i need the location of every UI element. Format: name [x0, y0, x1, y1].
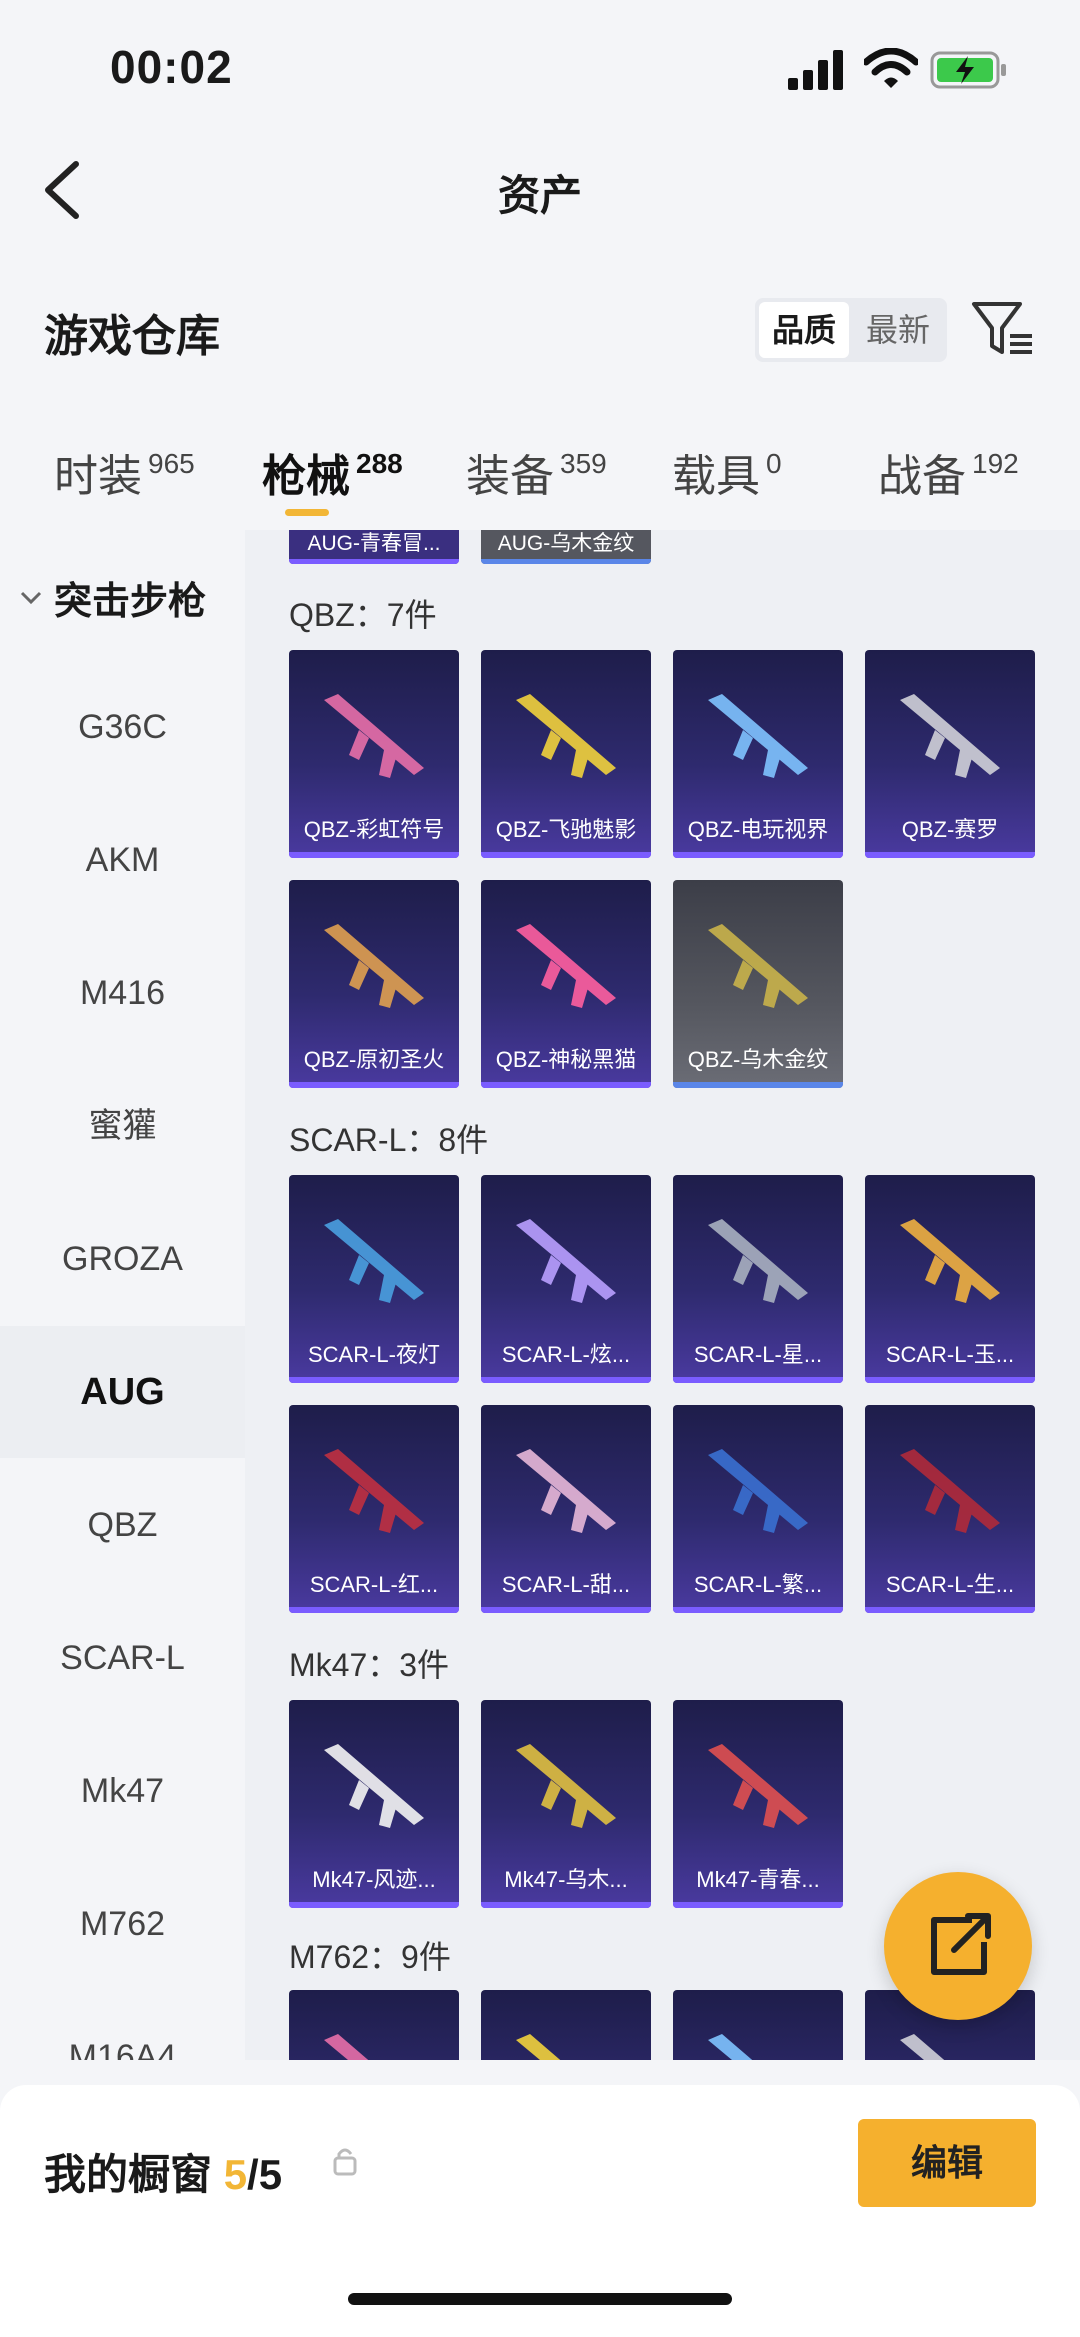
skin-card[interactable]: QBZ-原初圣火	[289, 880, 459, 1088]
skin-card[interactable]	[481, 1990, 651, 2060]
lock-icon	[333, 2148, 357, 2176]
skin-card-partial[interactable]: AUG-乌木金纹	[481, 530, 651, 564]
battery-charging-icon	[930, 51, 1006, 89]
skin-card-partial[interactable]: AUG-青春冒...	[289, 530, 459, 564]
weapon-grid: AUG-青春冒... AUG-乌木金纹 QBZ：7件 QBZ-彩虹符号 QBZ-…	[245, 530, 1080, 2060]
chevron-down-icon	[20, 591, 42, 604]
weapon-image	[708, 1744, 808, 1828]
weapon-image	[324, 924, 424, 1008]
sidebar-item-m16a4[interactable]: M16A4	[0, 1991, 245, 2060]
sidebar-item-scar-l[interactable]: SCAR-L	[0, 1592, 245, 1724]
weapon-image	[708, 2034, 753, 2060]
weapon-image	[516, 1219, 616, 1303]
skin-card[interactable]: SCAR-L-生...	[865, 1405, 1035, 1613]
sidebar-item-mk47[interactable]: Mk47	[0, 1725, 245, 1857]
skin-card[interactable]: QBZ-乌木金纹	[673, 880, 843, 1088]
weapon-image	[708, 924, 808, 1008]
weapon-image	[516, 1744, 616, 1828]
group-title-qbz: QBZ：7件	[289, 597, 437, 633]
active-tab-indicator	[285, 509, 329, 516]
skin-card[interactable]: SCAR-L-繁...	[673, 1405, 843, 1613]
section-title: 游戏仓库	[44, 312, 220, 361]
sort-toggle: 品质 最新	[755, 298, 947, 362]
weapon-image	[900, 694, 1000, 778]
warehouse-header: 游戏仓库 品质 最新	[0, 270, 1080, 390]
skin-card[interactable]: SCAR-L-炫...	[481, 1175, 651, 1383]
tab-fashion[interactable]: 时装 965	[54, 440, 195, 504]
skin-card[interactable]: SCAR-L-甜...	[481, 1405, 651, 1613]
weapon-image	[708, 694, 808, 778]
filter-icon[interactable]	[970, 298, 1036, 360]
showcase-count: 5	[223, 2151, 248, 2198]
skin-card[interactable]: QBZ-电玩视界	[673, 650, 843, 858]
sidebar-item-akm[interactable]: AKM	[0, 794, 245, 926]
skin-card[interactable]: Mk47-青春...	[673, 1700, 843, 1908]
skin-card[interactable]: QBZ-彩虹符号	[289, 650, 459, 858]
cellular-signal-icon	[788, 50, 843, 90]
sidebar-category-assault-rifles[interactable]: 突击步枪	[20, 570, 206, 625]
weapon-image	[324, 694, 424, 778]
weapon-image	[324, 2034, 369, 2060]
weapon-image	[516, 694, 616, 778]
group-title-m762: M762：9件	[289, 1939, 451, 1975]
sidebar-item-g36c[interactable]: G36C	[0, 661, 245, 793]
edit-button[interactable]: 编辑	[858, 2119, 1036, 2207]
share-fab-button[interactable]	[884, 1872, 1032, 2020]
weapon-image	[324, 1449, 424, 1533]
nav-bar: 资产	[0, 130, 1080, 250]
skin-card[interactable]: SCAR-L-夜灯	[289, 1175, 459, 1383]
tab-guns[interactable]: 枪械 288	[262, 440, 403, 504]
status-bar: 00:02	[0, 0, 1080, 130]
weapon-image	[708, 1219, 808, 1303]
skin-card[interactable]: SCAR-L-玉...	[865, 1175, 1035, 1383]
weapon-image	[900, 1449, 1000, 1533]
page-title: 资产	[497, 172, 582, 219]
weapon-image	[324, 1744, 424, 1828]
status-time: 00:02	[110, 41, 233, 93]
weapon-sidebar: 突击步枪 G36C AKM M416 蜜獾 GROZA AUG QBZ SCAR…	[0, 530, 245, 2060]
sort-quality-button[interactable]: 品质	[759, 302, 849, 358]
sidebar-item-m762[interactable]: M762	[0, 1858, 245, 1990]
sidebar-item-qbz[interactable]: QBZ	[0, 1459, 245, 1591]
share-icon	[931, 1913, 991, 1975]
showcase-label: 我的橱窗 5/5	[44, 2151, 283, 2198]
group-title-mk47: Mk47：3件	[289, 1647, 450, 1683]
skin-card[interactable]: QBZ-神秘黑猫	[481, 880, 651, 1088]
weapon-image	[324, 1219, 424, 1303]
skin-card[interactable]: SCAR-L-红...	[289, 1405, 459, 1613]
home-indicator	[348, 2293, 732, 2305]
sidebar-item-groza[interactable]: GROZA	[0, 1193, 245, 1325]
weapon-image	[708, 1449, 808, 1533]
showcase-total: /5	[247, 2151, 283, 2198]
weapon-image	[516, 924, 616, 1008]
skin-card[interactable]: SCAR-L-星...	[673, 1175, 843, 1383]
sort-latest-button[interactable]: 最新	[853, 302, 943, 358]
wifi-icon	[864, 48, 918, 88]
weapon-image	[516, 1449, 616, 1533]
sidebar-item-honey-badger[interactable]: 蜜獾	[0, 1060, 245, 1192]
weapon-image	[900, 2034, 945, 2060]
sidebar-item-aug[interactable]: AUG	[0, 1326, 245, 1458]
weapon-image	[516, 2034, 561, 2060]
tab-equipment[interactable]: 装备 359	[466, 440, 607, 504]
skin-card[interactable]: QBZ-赛罗	[865, 650, 1035, 858]
skin-card[interactable]: Mk47-风迹...	[289, 1700, 459, 1908]
category-tabs: 时装 965 枪械 288 装备 359 载具 0 战备 192	[0, 420, 1080, 530]
skin-card[interactable]: Mk47-乌木...	[481, 1700, 651, 1908]
tab-supplies[interactable]: 战备 192	[878, 440, 1019, 504]
skin-card[interactable]: QBZ-飞驰魅影	[481, 650, 651, 858]
sidebar-item-m416[interactable]: M416	[0, 927, 245, 1059]
skin-card[interactable]	[289, 1990, 459, 2060]
tab-vehicles[interactable]: 载具 0	[672, 440, 782, 504]
group-title-scar-l: SCAR-L：8件	[289, 1122, 489, 1158]
weapon-image	[900, 1219, 1000, 1303]
skin-card[interactable]	[673, 1990, 843, 2060]
